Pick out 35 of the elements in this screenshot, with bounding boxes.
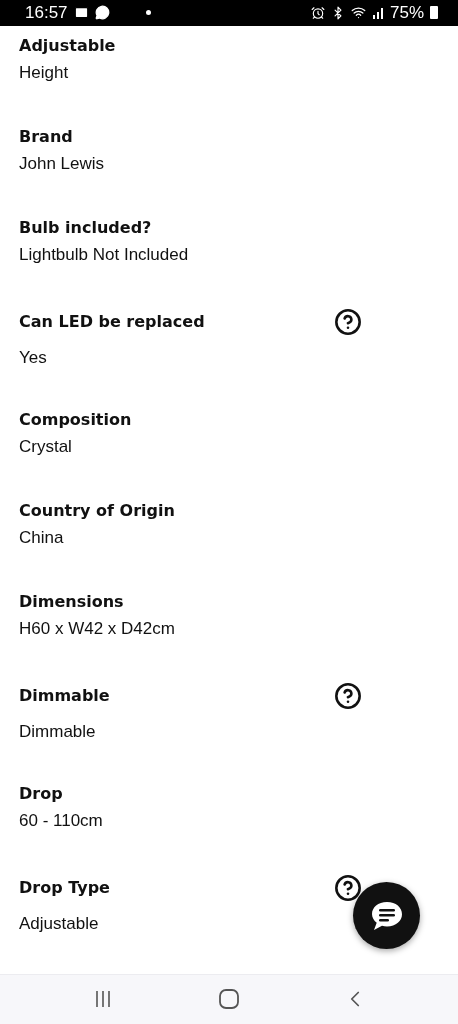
three-bars-icon: [93, 989, 113, 1010]
battery-icon: [430, 6, 438, 20]
status-time: 16:57: [25, 2, 68, 23]
wifi-icon: [350, 5, 366, 21]
rounded-square-icon: [218, 988, 240, 1011]
spec-value: Dimmable: [19, 720, 96, 743]
spec-value: Yes: [19, 346, 47, 369]
spec-value: Crystal: [19, 435, 72, 458]
spec-label: Dimmable: [19, 684, 111, 707]
spec-label: Country of Origin: [19, 499, 176, 522]
signal-icon: [371, 6, 384, 19]
spec-label: Drop: [19, 782, 64, 805]
spec-label: Drop Type: [19, 876, 111, 899]
spec-value: Adjustable: [19, 912, 99, 935]
spec-value: H60 x W42 x D42cm: [19, 617, 175, 640]
spec-label: Can LED be replaced: [19, 310, 206, 333]
chat-bubble-icon: [94, 5, 110, 21]
spec-label: Adjustable: [19, 34, 117, 57]
spec-label: Dimensions: [19, 590, 125, 613]
spec-value: Height: [19, 61, 69, 84]
help-icon[interactable]: [334, 681, 362, 710]
chat-icon: [369, 899, 404, 932]
spec-label: Bulb included?: [19, 216, 153, 239]
help-icon[interactable]: [334, 307, 362, 336]
notification-dot-icon: [145, 10, 151, 16]
help-icon[interactable]: [334, 873, 362, 902]
spec-value: China: [19, 526, 64, 549]
spec-label: Composition: [19, 408, 133, 431]
alarm-icon: [310, 5, 325, 20]
spec-value: 60 - 110cm: [19, 809, 103, 832]
battery-percent: 75%: [389, 2, 424, 23]
spec-label: Brand: [19, 125, 74, 148]
spec-value: Lightbulb Not Included: [19, 243, 189, 266]
chat-button[interactable]: [353, 882, 420, 949]
spec-value: John Lewis: [19, 152, 105, 175]
